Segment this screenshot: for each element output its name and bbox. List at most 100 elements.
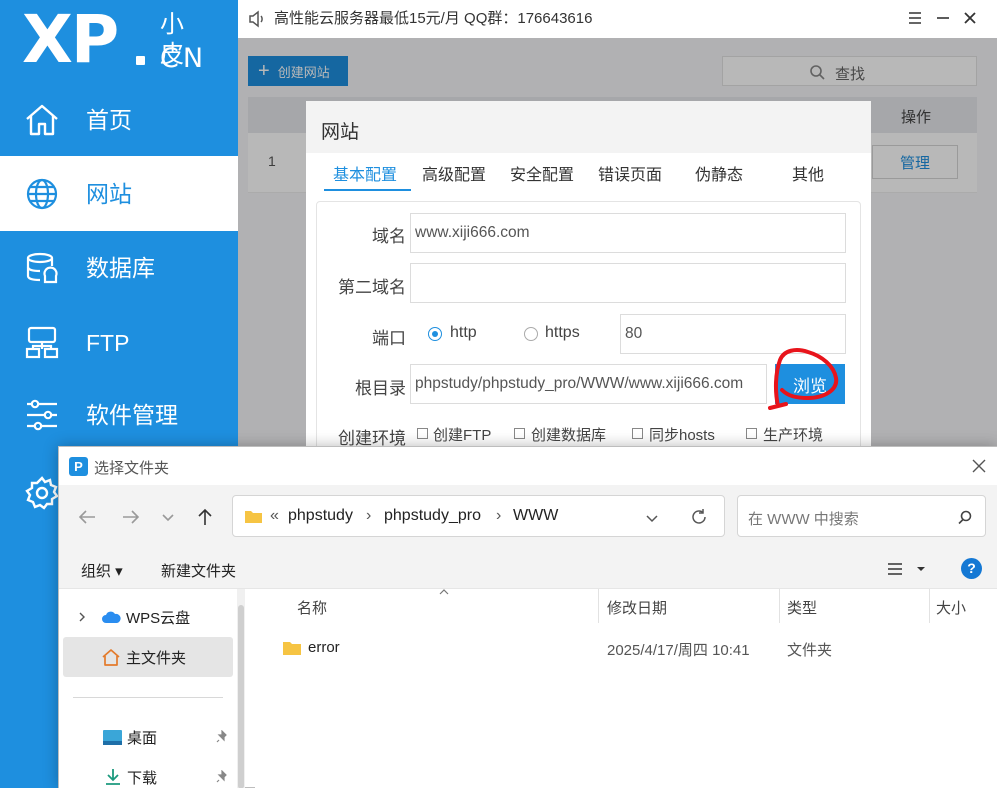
breadcrumb-overflow[interactable]: «: [270, 507, 279, 525]
list-item[interactable]: error 2025/4/17/周四 10:41 文件夹: [275, 633, 975, 665]
view-dropdown-icon[interactable]: [916, 565, 926, 573]
logo-main: XP: [22, 1, 119, 78]
breadcrumb-www[interactable]: WWW: [513, 507, 558, 525]
sidebar-item-label: 数据库: [86, 255, 155, 281]
sidebar-item-home[interactable]: 首页: [0, 84, 238, 156]
recent-dropdown-icon[interactable]: [159, 505, 177, 529]
column-modified[interactable]: 修改日期: [607, 597, 667, 618]
domain-label: 域名: [372, 227, 406, 246]
expand-chevron-icon[interactable]: [77, 610, 87, 624]
up-icon[interactable]: [193, 505, 217, 529]
ftp-icon: [25, 326, 59, 359]
view-options-icon[interactable]: [887, 562, 903, 576]
desktop-icon: [103, 729, 122, 745]
sidebar-item-label: 网站: [86, 180, 132, 207]
database-icon: [26, 252, 58, 284]
home-folder-icon: [102, 649, 120, 666]
folder-search-input[interactable]: 在 WWW 中搜索: [737, 495, 986, 537]
pin-icon[interactable]: [215, 730, 229, 744]
tab-security[interactable]: 安全配置: [510, 161, 574, 185]
file-type: 文件夹: [787, 642, 833, 659]
https-radio[interactable]: [524, 327, 538, 341]
nav-item-desktop[interactable]: 桌面: [59, 717, 235, 757]
close-icon[interactable]: [970, 457, 988, 475]
column-size[interactable]: 大小: [936, 597, 966, 618]
https-label: https: [545, 324, 580, 341]
nav-label: 主文件夹: [126, 649, 187, 667]
nav-label: 下载: [127, 769, 158, 787]
sidebar-item-software[interactable]: 软件管理: [0, 379, 238, 451]
sidebar-item-website[interactable]: 网站: [0, 156, 238, 231]
nav-item-wps-cloud[interactable]: WPS云盘: [59, 597, 235, 637]
new-folder-button[interactable]: 新建文件夹: [161, 560, 236, 581]
breadcrumb-separator: ›: [496, 507, 502, 524]
nav-item-home-folder[interactable]: 主文件夹: [63, 637, 233, 677]
sliders-icon: [27, 399, 57, 431]
file-list: 名称 修改日期 类型 大小 error 2025/4/17/周四 10:41 文…: [255, 589, 997, 788]
scrollbar-thumb[interactable]: [238, 605, 244, 788]
port-label: 端口: [372, 329, 406, 348]
basic-config-form: 域名 www.xiji666.com 第二域名 端口 http https 80…: [316, 201, 861, 471]
menu-icon[interactable]: [905, 8, 925, 28]
tab-advanced[interactable]: 高级配置: [422, 161, 486, 185]
navigation-bar: « phpstudy › phpstudy_pro › WWW 在 WWW 中搜…: [59, 485, 997, 549]
dialog-titlebar: P 选择文件夹: [59, 447, 997, 485]
file-modified: 2025/4/17/周四 10:41: [607, 642, 750, 659]
tab-basic[interactable]: 基本配置: [333, 161, 397, 185]
refresh-icon[interactable]: [690, 508, 708, 526]
breadcrumb-separator: ›: [366, 507, 372, 524]
help-icon[interactable]: ?: [961, 558, 982, 579]
http-radio[interactable]: [428, 327, 442, 341]
search-placeholder: 在 WWW 中搜索: [748, 511, 859, 528]
notice-text: 高性能云服务器最低15元/月 QQ群：176643616: [274, 10, 593, 27]
sidebar-item-ftp[interactable]: FTP: [0, 307, 238, 379]
minimize-icon[interactable]: [933, 8, 953, 28]
folder-icon: [245, 511, 262, 523]
annotation-circle: [768, 348, 839, 410]
sync-hosts-checkbox[interactable]: [632, 428, 643, 439]
back-icon[interactable]: [75, 505, 99, 529]
tab-other[interactable]: 其他: [792, 161, 824, 185]
second-domain-label: 第二域名: [338, 278, 406, 297]
address-dropdown-icon[interactable]: [644, 510, 660, 526]
app-icon: P: [69, 457, 88, 476]
column-name[interactable]: 名称: [297, 597, 327, 618]
nav-divider: [73, 697, 223, 698]
organize-menu[interactable]: 组织 ▾: [81, 560, 123, 581]
pin-icon[interactable]: [215, 770, 229, 784]
search-icon: [958, 510, 972, 525]
close-icon[interactable]: [960, 8, 980, 28]
create-ftp-label: 创建FTP: [433, 427, 492, 444]
address-bar[interactable]: « phpstudy › phpstudy_pro › WWW: [232, 495, 725, 537]
production-env-label: 生产环境: [763, 427, 824, 444]
second-domain-input[interactable]: [410, 263, 846, 303]
column-type[interactable]: 类型: [787, 597, 817, 618]
domain-input[interactable]: www.xiji666.com: [410, 213, 846, 253]
column-separator: [779, 589, 780, 623]
root-dir-value: phpstudy/phpstudy_pro/WWW/www.xiji666.co…: [415, 375, 744, 392]
nav-label: WPS云盘: [126, 609, 191, 627]
nav-scrollbar[interactable]: [237, 589, 245, 788]
breadcrumb-phpstudy[interactable]: phpstudy: [288, 507, 353, 525]
file-name: error: [308, 639, 340, 656]
navigation-pane: WPS云盘 主文件夹 桌面 下载: [59, 589, 239, 788]
folder-picker-dialog: P 选择文件夹 « phpstudy › phpstudy_pro › WWW …: [58, 446, 997, 788]
create-ftp-checkbox[interactable]: [417, 428, 428, 439]
breadcrumb-phpstudy-pro[interactable]: phpstudy_pro: [384, 507, 481, 525]
sidebar-item-database[interactable]: 数据库: [0, 232, 238, 304]
speaker-icon: [249, 10, 263, 28]
home-icon: [26, 104, 58, 136]
tab-error-pages[interactable]: 错误页面: [598, 161, 662, 185]
tab-rewrite[interactable]: 伪静态: [695, 161, 743, 185]
nav-label: 桌面: [127, 729, 158, 747]
production-env-checkbox[interactable]: [746, 428, 757, 439]
forward-icon[interactable]: [119, 505, 143, 529]
create-database-checkbox[interactable]: [514, 428, 525, 439]
sidebar-item-label: 首页: [86, 107, 132, 133]
top-bar: 高性能云服务器最低15元/月 QQ群：176643616: [238, 0, 997, 38]
dialog-toolbar: 组织 ▾ 新建文件夹 ?: [59, 549, 997, 589]
globe-icon: [26, 178, 58, 209]
root-dir-input[interactable]: phpstudy/phpstudy_pro/WWW/www.xiji666.co…: [410, 364, 767, 404]
tab-bar: 基本配置 高级配置 安全配置 错误页面 伪静态 其他: [324, 153, 851, 191]
nav-item-downloads[interactable]: 下载: [59, 757, 235, 788]
